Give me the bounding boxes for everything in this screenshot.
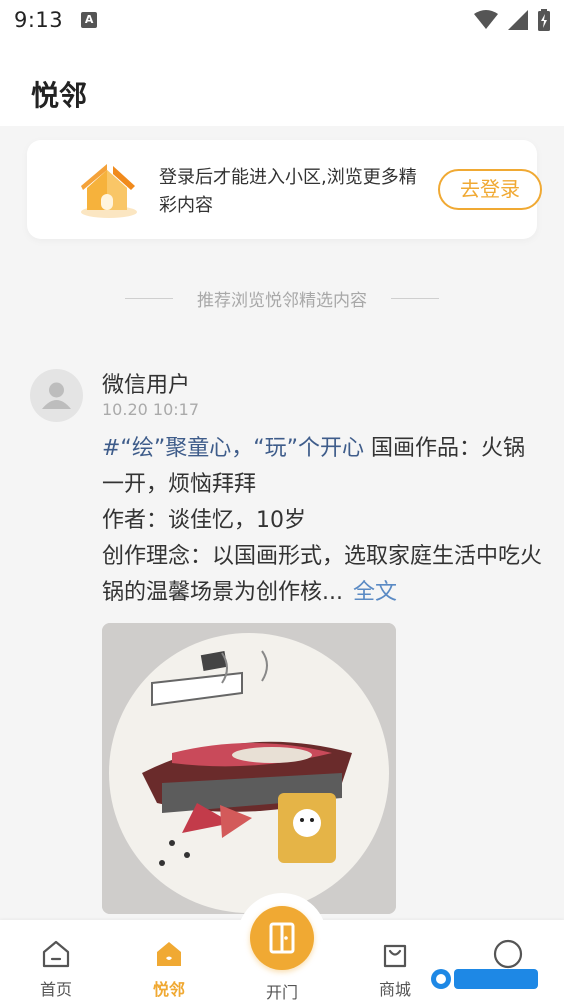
avatar[interactable] <box>30 369 83 422</box>
notification-icon: A <box>81 12 98 28</box>
status-time: 9:13 <box>14 8 64 32</box>
tab-neighbor-label: 悦邻 <box>152 980 185 999</box>
tab-neighbor[interactable]: 悦邻 <box>134 938 204 1000</box>
login-prompt-text: 登录后才能进入小区,浏览更多精彩内容 <box>159 167 417 216</box>
post-topic-link[interactable]: #“绘”聚童心，“玩”个开心 <box>102 436 364 461</box>
post-card[interactable]: 微信用户 10.20 10:17 #“绘”聚童心，“玩”个开心 国画作品：火锅一… <box>0 343 564 920</box>
tab-shop[interactable]: 商城 <box>360 938 430 1000</box>
shopping-bag-icon <box>383 944 407 968</box>
signal-icon <box>508 10 528 30</box>
post-image[interactable] <box>102 623 396 914</box>
open-door-button[interactable] <box>250 906 314 970</box>
tab-shop-label: 商城 <box>378 980 411 999</box>
post-time: 10.20 10:17 <box>102 400 199 419</box>
hotpot-painting-image <box>102 623 396 914</box>
post-author-line: 作者：谈佳忆，10岁 <box>102 508 306 533</box>
wifi-icon <box>474 10 498 29</box>
house-icon <box>81 164 137 218</box>
neighbor-icon <box>157 942 181 966</box>
status-bar: 9:13 A <box>0 0 564 40</box>
page-title: 悦邻 <box>31 79 88 112</box>
section-divider: 推荐浏览悦邻精选内容 <box>0 284 564 312</box>
tab-home[interactable]: 首页 <box>21 938 91 1000</box>
login-button[interactable]: 去登录 <box>438 169 542 210</box>
read-more-link[interactable]: 全文 <box>353 580 397 605</box>
tab-home-label: 首页 <box>39 980 72 999</box>
gogo-watermark-logo <box>431 969 538 989</box>
divider-line-left <box>125 297 173 299</box>
login-prompt-card: 登录后才能进入小区,浏览更多精彩内容 去登录 <box>27 140 542 239</box>
battery-icon <box>538 9 550 31</box>
default-user-icon <box>42 382 71 409</box>
door-icon <box>269 922 295 954</box>
app-header: 悦邻 <box>0 40 564 126</box>
divider-line-right <box>391 297 439 299</box>
tab-open-door-label: 开门 <box>265 983 298 1002</box>
post-author[interactable]: 微信用户 <box>102 367 190 399</box>
post-concept-line: 创作理念：以国画形式，选取家庭生活中吃火锅的温馨场景为创作核... <box>102 544 543 605</box>
post-content: #“绘”聚童心，“玩”个开心 国画作品：火锅一开，烦恼拜拜 作者：谈佳忆，10岁… <box>102 431 542 611</box>
home-icon <box>42 940 70 968</box>
divider-text: 推荐浏览悦邻精选内容 <box>197 290 367 311</box>
